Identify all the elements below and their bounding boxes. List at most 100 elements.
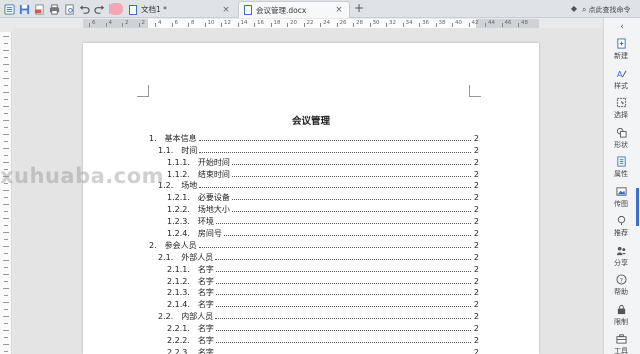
help-icon: ? [615, 274, 627, 285]
app-menu-icon[interactable] [2, 2, 16, 16]
search-icon: ⌕ [582, 4, 587, 14]
toc-entry[interactable]: 1.2.3. 环境 2 [149, 215, 479, 227]
sidebar-item-shape[interactable]: 形状 [603, 125, 639, 153]
toc-leader-dots [215, 318, 471, 320]
active-pane-indicator [636, 188, 639, 226]
ruler-tick [369, 23, 371, 27]
toc-entry[interactable]: 1.2. 场地 2 [149, 180, 479, 192]
toc-number: 2.1. [158, 252, 174, 262]
sidebar-item-new[interactable]: 新建 [603, 36, 639, 64]
new-tab-button[interactable]: + [352, 2, 366, 16]
sidebar-item-share[interactable]: 分享 [603, 243, 639, 271]
toc-entry[interactable]: 2.2.1. 名字 2 [149, 322, 479, 334]
toc-entry[interactable]: 2.2.2. 名字 2 [149, 334, 479, 346]
toc-page-number: 2 [473, 276, 479, 286]
ruler-tick [4, 281, 8, 282]
toc-entry[interactable]: 1.2.1. 必要设备 2 [149, 191, 479, 203]
ruler-tick [336, 23, 338, 27]
ruler-tick [3, 330, 9, 331]
ruler-tick [468, 23, 470, 27]
toc-page-number: 2 [473, 157, 479, 167]
toc-entry[interactable]: 1.1. 时间 2 [149, 144, 479, 156]
toc-entry[interactable]: 1.2.2. 场地大小 2 [149, 203, 479, 215]
command-search[interactable]: ⌕ 点此查找命令 [582, 3, 640, 16]
ruler-label: 2 [141, 20, 146, 26]
tab-meeting-management[interactable]: 会议管理.docx × [238, 1, 350, 18]
ruler-label: 34 [405, 20, 413, 26]
ruler-tick [4, 71, 8, 72]
save-icon[interactable] [17, 2, 31, 16]
sidebar-item-transfer[interactable]: 传图 [603, 184, 639, 212]
ruler-tick [419, 23, 420, 27]
toc-entry[interactable]: 1.1.2. 结束时间 2 [149, 168, 479, 180]
toc-entry[interactable]: 2.1. 外部人员 2 [149, 251, 479, 263]
toc-page-number: 2 [473, 324, 479, 334]
ruler-tick [3, 260, 9, 261]
document-page[interactable]: 会议管理 1. 基本信息 2 1.1. 时间 2 1.1.1. 开始时间 2 1.1.2. 结束时间… [83, 43, 539, 354]
svg-text:?: ? [619, 276, 622, 284]
toc-entry[interactable]: 2.2. 内部人员 2 [149, 310, 479, 322]
ruler-label: 18 [273, 20, 281, 26]
ruler-tick [452, 23, 453, 27]
toc-entry[interactable]: 1.1.1. 开始时间 2 [149, 156, 479, 168]
toc-entry[interactable]: 2.1.3. 名字 2 [149, 287, 479, 299]
toc-entry[interactable]: 2. 参会人员 2 [149, 239, 479, 251]
document-icon [244, 5, 252, 15]
toc-entry[interactable]: 1. 基本信息 2 [149, 132, 479, 144]
ruler-tick [3, 302, 9, 303]
sidebar-item-tools[interactable]: 工具 [603, 331, 639, 354]
ruler-tick [221, 23, 222, 27]
sidebar-item-select[interactable]: 选择 [603, 95, 639, 123]
toc-text: 开始时间 [197, 157, 230, 167]
toc-leader-dots [215, 270, 471, 272]
sidebar-item-help[interactable]: ? 帮助 [603, 272, 639, 300]
skin-icon[interactable]: ◆ [568, 3, 580, 15]
toc-page-number: 2 [473, 300, 479, 310]
ruler-tick [3, 162, 9, 163]
sidebar-item-recommend[interactable]: 推荐 [603, 213, 639, 241]
ruler-tick [3, 64, 9, 65]
ruler-tick [4, 225, 8, 226]
toc-entry[interactable]: 2.1.1. 名字 2 [149, 263, 479, 275]
collapse-arrow-icon[interactable]: ‹ [617, 22, 627, 32]
toc-number: 2.2.1. [167, 324, 190, 334]
toc-entry[interactable]: 1.2.4. 房间号 2 [149, 227, 479, 239]
print-icon[interactable] [47, 2, 61, 16]
ruler-tick [4, 323, 8, 324]
sidebar-item-restrict[interactable]: 限制 [603, 302, 639, 330]
sidebar-item-property[interactable]: 属性 [603, 154, 639, 182]
vertical-ruler[interactable] [0, 32, 12, 354]
ruler-label: 28 [356, 20, 363, 26]
toc-entry[interactable]: 2.1.2. 名字 2 [149, 275, 479, 287]
ruler-tick [4, 253, 8, 254]
tab-document-1[interactable]: 文档1 * × [124, 1, 236, 18]
sidebar-item-label: 帮助 [614, 288, 628, 296]
ruler-tick [3, 92, 9, 93]
export-pdf-icon[interactable] [32, 2, 46, 16]
close-icon[interactable]: × [221, 5, 231, 15]
toc-page-number: 2 [473, 347, 479, 354]
toc-number: 1.2.4. [167, 229, 190, 239]
redo-icon[interactable] [92, 2, 106, 16]
toc-entry[interactable]: 2.1.4. 名字 2 [149, 298, 479, 310]
avatar[interactable] [109, 3, 123, 15]
print-preview-icon[interactable] [62, 2, 76, 16]
ruler-tick [3, 50, 9, 51]
toc-text: 场地大小 [197, 205, 230, 215]
toc-number: 2. [149, 240, 157, 250]
ruler-tick [4, 113, 8, 114]
toc-page-number: 2 [473, 229, 479, 239]
svg-text:A: A [616, 69, 622, 79]
ruler-label: 30 [372, 20, 380, 26]
ruler-label: 2 [125, 20, 129, 26]
close-icon[interactable]: × [334, 5, 344, 15]
ruler-label: 16 [257, 20, 264, 26]
undo-icon[interactable] [77, 2, 91, 16]
sidebar-item-style[interactable]: A 样式 [603, 66, 639, 94]
ruler-tick [3, 78, 9, 79]
sidebar-item-label: 样式 [614, 81, 628, 90]
toc-leader-dots [198, 246, 471, 248]
toc-entry[interactable]: 2.2.3. 名字 2 [149, 346, 479, 354]
horizontal-ruler[interactable]: 6 4 2 2 4 6 8 10 12 14 16 18 20 22 24 26 28 30 32 34 36 38 40 4… [83, 19, 539, 28]
sidebar-item-label: 推荐 [614, 229, 628, 237]
